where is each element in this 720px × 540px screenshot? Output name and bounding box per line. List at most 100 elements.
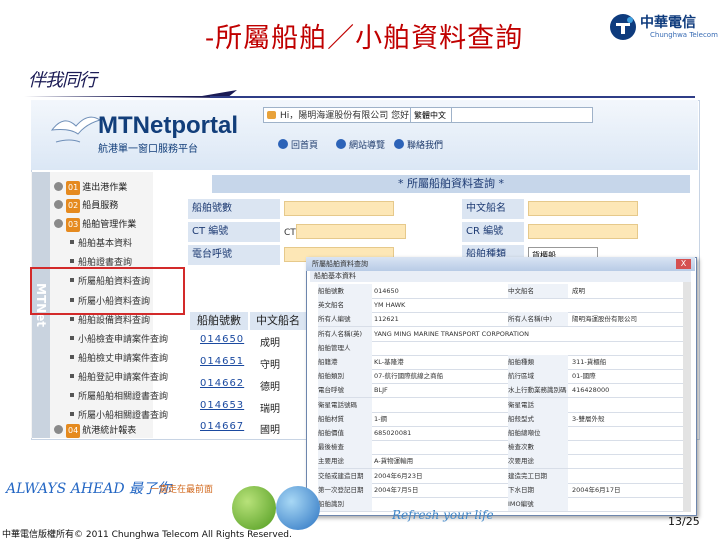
ship-no-input[interactable] bbox=[284, 201, 394, 216]
col-header-ship-no: 船舶號數 bbox=[190, 312, 248, 330]
popup-row: 船舶號數 014650 中文船名 成明 bbox=[318, 284, 683, 299]
popup-row: 交船或建造日期 2004年6月23日 建造完工日期 bbox=[318, 468, 683, 484]
sidebar-subitem-label: 船舶基本資料 bbox=[78, 239, 133, 249]
ship-no-link[interactable]: 014667 bbox=[200, 421, 244, 432]
popup-field-label: 檢查次數 bbox=[508, 440, 568, 455]
ship-no-link[interactable]: 014662 bbox=[200, 378, 244, 389]
popup-field-label: 船舶總噸位 bbox=[508, 426, 568, 440]
popup-field-label: 船舶類別 bbox=[318, 369, 372, 384]
sidebar-subitem[interactable]: 船舶設備資料查詢 bbox=[70, 314, 150, 328]
popup-field-value: 2004年6月17日 bbox=[572, 485, 621, 494]
popup-row: 主要用途 A-貨物運輸用 次要用途 bbox=[318, 454, 683, 470]
sidebar-item-label: 船員服務 bbox=[82, 201, 119, 211]
col-header-ch-name: 中文船名 bbox=[250, 312, 306, 330]
sidebar-subitem[interactable]: 船舶登記申請案件查詢 bbox=[70, 371, 168, 385]
square-bullet-icon bbox=[70, 393, 74, 397]
results-table: 014650 成明 014651 守明 014662 德明 014653 瑞明 0146… bbox=[190, 332, 306, 438]
ship-name: 國明 bbox=[260, 425, 280, 436]
ship-no-link[interactable]: 014650 bbox=[200, 334, 244, 345]
sidebar-subitem[interactable]: 所屬船舶相關證書查詢 bbox=[70, 390, 168, 404]
popup-row: 船舶類別 07-航行國際航線之商船 航行區域 01-國際 bbox=[318, 369, 683, 385]
popup-field-value: 成明 bbox=[572, 287, 585, 295]
label-ship-no: 船舶號數 bbox=[188, 199, 280, 219]
nav-contact[interactable]: 聯絡我們 bbox=[394, 138, 443, 151]
contact-icon bbox=[394, 139, 404, 149]
popup-field-value: 2004年6月23日 bbox=[374, 471, 423, 480]
slide-title: -所屬船舶／小舶資料查詢 bbox=[205, 23, 524, 54]
home-icon bbox=[278, 139, 288, 149]
language-select[interactable]: 繁體中文 bbox=[410, 107, 452, 123]
ch-name-input[interactable] bbox=[528, 201, 638, 216]
nav-home[interactable]: 回首頁 bbox=[278, 138, 318, 151]
sidebar-item-label: 進出港作業 bbox=[82, 183, 128, 193]
popup-row: 船籍港 KL-基隆港 船舶種類 311-貨櫃船 bbox=[318, 355, 683, 370]
sidebar-subitem-label: 船舶檢丈申請案件查詢 bbox=[78, 354, 169, 364]
square-bullet-icon bbox=[70, 240, 74, 244]
popup-field-label: IMO編號 bbox=[508, 497, 568, 511]
popup-field-label: 船舶號數 bbox=[318, 284, 372, 298]
sidebar-subitem-label: 小船檢查申請案件查詢 bbox=[78, 335, 169, 345]
sidebar-item-stats[interactable]: 04 航港統計報表 bbox=[54, 424, 136, 438]
ct-no-input[interactable] bbox=[296, 224, 406, 239]
mtnet-subtitle: 航港單一窗口服務平台 bbox=[98, 144, 198, 155]
popup-field-label: 建造完工日期 bbox=[508, 468, 568, 483]
cr-no-input[interactable] bbox=[528, 224, 638, 239]
brand-name: 中華電信 bbox=[640, 15, 696, 31]
popup-row: 所有人編號 112621 所有人名稱(中) 陽明海運股份有限公司 bbox=[318, 312, 683, 328]
popup-field-value: 112621 bbox=[374, 315, 399, 324]
footer-slogan: ALWAYS AHEAD 最了你 bbox=[6, 481, 172, 497]
popup-field-label: 水上行動業務識別碼 bbox=[508, 383, 568, 398]
popup-field-label: 中文船名 bbox=[508, 284, 568, 298]
sidebar-subitem-label: 船舶登記申請案件查詢 bbox=[78, 373, 169, 383]
popup-row: 船舶管理人 bbox=[318, 340, 683, 356]
popup-field-label: 船籍港 bbox=[318, 355, 372, 369]
popup-field-label: 船殼型式 bbox=[508, 411, 568, 426]
popup-field-label: 衛星電話 bbox=[508, 397, 568, 412]
popup-scrollbar[interactable] bbox=[683, 282, 691, 512]
popup-titlebar[interactable]: 所屬船舶資料查詢 bbox=[306, 257, 695, 271]
popup-field-label: 船舶識別 bbox=[318, 497, 372, 511]
popup-field-label: 第一次登記日期 bbox=[318, 482, 372, 497]
popup-field-label: 所有人名稱(中) bbox=[508, 312, 568, 327]
script-underline-icon bbox=[24, 90, 237, 98]
ship-no-link[interactable]: 014651 bbox=[200, 356, 244, 367]
page-number: 13/25 bbox=[668, 515, 700, 528]
sidebar-item-port-ops[interactable]: 01 進出港作業 bbox=[54, 181, 127, 195]
popup-field-value: BLJF bbox=[374, 386, 388, 395]
sidebar-item-num: 03 bbox=[66, 218, 81, 232]
sidebar-subitem[interactable]: 小船檢查申請案件查詢 bbox=[70, 333, 168, 347]
sidebar-subitem[interactable]: 船舶檢丈申請案件查詢 bbox=[70, 352, 168, 366]
square-bullet-icon bbox=[70, 412, 74, 416]
popup-field-value: 01-國際 bbox=[572, 372, 596, 381]
popup-field-label: 所有人名稱(英) bbox=[318, 326, 372, 341]
popup-field-value: YANG MING MARINE TRANSPORT CORPORATION bbox=[374, 329, 529, 338]
popup-field-label: 英文船名 bbox=[318, 298, 372, 313]
sidebar-subitem[interactable]: 船舶基本資料 bbox=[70, 237, 132, 251]
mtnet-logo[interactable]: MTNetportal bbox=[98, 112, 238, 140]
popup-row: 英文船名 YM HAWK bbox=[318, 298, 683, 314]
popup-section-title: 船舶基本資料 bbox=[310, 271, 691, 282]
sidebar-item-ship-mgmt[interactable]: 03 船舶管理作業 bbox=[54, 218, 136, 232]
bullet-icon bbox=[54, 200, 63, 209]
sidebar-item-crew[interactable]: 02 船員服務 bbox=[54, 199, 118, 213]
popup-field-label: 船舶價值 bbox=[318, 426, 372, 440]
sidebar-item-label: 船舶管理作業 bbox=[82, 220, 137, 230]
nav-sitemap[interactable]: 網站導覽 bbox=[336, 138, 385, 151]
seagull-icon bbox=[50, 116, 102, 143]
popup-row: 最後檢查 檢查次數 bbox=[318, 440, 683, 456]
popup-close-button[interactable]: X bbox=[676, 259, 691, 269]
chunghwa-logo-icon bbox=[610, 14, 636, 40]
ship-no-link[interactable]: 014653 bbox=[200, 400, 244, 411]
popup-row: 船舶識別 IMO編號 bbox=[318, 497, 683, 512]
square-bullet-icon bbox=[70, 336, 74, 340]
square-bullet-icon bbox=[70, 259, 74, 263]
sidebar-subitem[interactable]: 所屬小船相關證書查詢 bbox=[70, 409, 168, 423]
popup-field-label: 次要用途 bbox=[508, 454, 568, 469]
popup-field-label: 衛星電話號碼 bbox=[318, 397, 372, 412]
popup-field-value: 014650 bbox=[374, 287, 399, 295]
ct-prefix: CT bbox=[284, 228, 296, 238]
blue-ball-icon bbox=[276, 486, 320, 530]
popup-field-label: 船舶材質 bbox=[318, 411, 372, 426]
footer-slogan-sub: 一直走在最前面 bbox=[150, 485, 214, 495]
popup-row: 第一次登記日期 2004年7月5日 下水日期 2004年6月17日 bbox=[318, 482, 683, 498]
